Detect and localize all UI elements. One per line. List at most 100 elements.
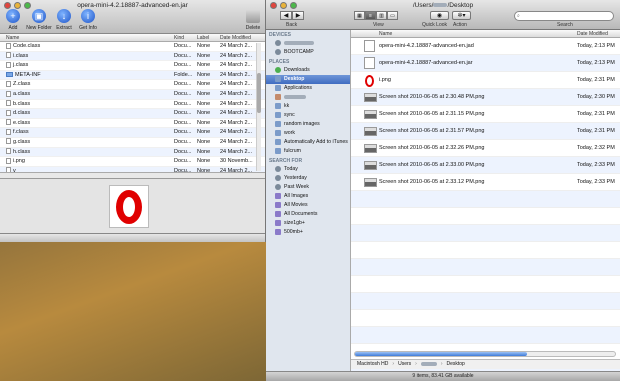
file-name: h.class <box>13 148 31 155</box>
get-info-button[interactable]: i Get Info <box>73 9 103 31</box>
file-date: Today, 2:13 PM <box>577 43 615 49</box>
sidebar-item-today[interactable]: Today <box>266 165 350 174</box>
col-date[interactable]: Date Modified <box>577 31 608 37</box>
file-name: Screen shot 2010-06-05 at 2.32.26 PM.png <box>379 145 485 151</box>
sidebar-item-itunes[interactable]: Automatically Add to iTunes <box>266 138 350 147</box>
file-row[interactable]: Screen shot 2010-06-05 at 2.33.00 PM.png… <box>351 157 620 174</box>
sidebar-item-downloads[interactable]: Downloads <box>266 66 350 75</box>
sidebar-item-label: All Movies <box>284 202 308 208</box>
sidebar-item-device[interactable] <box>266 39 350 48</box>
table-row[interactable]: e.class Docu... None 24 March 2... <box>0 119 265 129</box>
file-date: 24 March 2... <box>220 43 253 49</box>
file-row[interactable]: Screen shot 2010-06-05 at 2.31.57 PM.png… <box>351 123 620 140</box>
coverflow-view-icon[interactable]: ▭ <box>387 11 398 20</box>
table-row[interactable]: META-INF Folde... None 24 March 2... <box>0 70 265 81</box>
path-users[interactable]: Users <box>398 361 411 367</box>
view-label: View <box>373 22 384 28</box>
sidebar-item-fulcrum[interactable]: fulcrum <box>266 147 350 156</box>
action-button[interactable]: ✲▾ <box>452 11 471 20</box>
opera-logo-icon <box>364 74 375 87</box>
col-name[interactable]: Name <box>379 31 392 37</box>
extract-icon: ↓ <box>57 9 71 23</box>
forward-arrow-icon[interactable]: ▶ <box>292 11 304 20</box>
file-row[interactable]: Screen shot 2010-06-05 at 2.32.26 PM.png… <box>351 140 620 157</box>
file-date: 30 Novemb... <box>220 158 253 165</box>
file-name: i.png <box>379 77 391 83</box>
col-date[interactable]: Date Modified <box>220 35 251 41</box>
add-button[interactable]: + Add <box>0 9 26 31</box>
file-row[interactable]: Screen shot 2010-06-05 at 2.31.15 PM.png… <box>351 106 620 123</box>
document-icon <box>364 40 375 52</box>
table-row[interactable]: Z.class Docu... None 24 March 2... <box>0 80 265 90</box>
clock-icon <box>275 174 281 181</box>
file-row[interactable]: i.png Today, 2:31 PM <box>351 72 620 89</box>
archive-scrollbar[interactable] <box>256 43 261 171</box>
path-desktop[interactable]: Desktop <box>446 361 464 367</box>
delete-button[interactable]: Delete <box>240 9 266 31</box>
file-label: None <box>197 81 211 88</box>
screenshot-icon <box>364 178 377 187</box>
preview-image <box>109 185 149 228</box>
table-row[interactable]: d.class Docu... None 24 March 2... <box>0 109 265 119</box>
folder-icon <box>275 147 281 154</box>
table-row[interactable]: f.class Docu... None 24 March 2... <box>0 128 265 138</box>
sidebar-item-home[interactable] <box>266 93 350 102</box>
sidebar-item-label: Applications <box>284 85 312 91</box>
col-name[interactable]: Name <box>6 35 19 41</box>
sidebar-item-random-images[interactable]: random images <box>266 120 350 129</box>
redacted-user[interactable] <box>420 361 437 366</box>
sidebar-item-past-week[interactable]: Past Week <box>266 183 350 192</box>
sidebar-item-applications[interactable]: Applications <box>266 84 350 93</box>
file-name: f.class <box>13 129 29 136</box>
sidebar-item-kk[interactable]: kk <box>266 102 350 111</box>
sidebar-item-bootcamp[interactable]: BOOTCAMP <box>266 48 350 57</box>
screenshot-icon <box>364 110 377 119</box>
file-row[interactable]: opera-mini-4.2.18887-advanced-en.jad Toda… <box>351 38 620 55</box>
table-row[interactable]: h.class Docu... None 24 March 2... <box>0 147 265 158</box>
sidebar-item-label: Desktop <box>284 76 305 82</box>
sidebar-item-all-images[interactable]: All Images <box>266 192 350 201</box>
new-folder-button[interactable]: ▣ New Folder <box>24 9 54 31</box>
col-label[interactable]: Label <box>197 35 209 41</box>
sidebar-item-label: size1gb+ <box>284 220 305 226</box>
sidebar-item-all-movies[interactable]: All Movies <box>266 201 350 210</box>
file-row[interactable]: Screen shot 2010-06-05 at 2.30.48 PM.png… <box>351 89 620 106</box>
sidebar-item-sync[interactable]: sync <box>266 111 350 120</box>
icon-view-icon[interactable]: ▦ <box>354 11 365 20</box>
table-row[interactable]: j.class Docu... None 24 March 2... <box>0 61 265 71</box>
col-kind[interactable]: Kind <box>174 35 184 41</box>
sidebar-item-yesterday[interactable]: Yesterday <box>266 174 350 183</box>
disk-icon <box>275 48 281 55</box>
table-row[interactable]: b.class Docu... None 24 March 2... <box>0 100 265 110</box>
sidebar-item-all-documents[interactable]: All Documents <box>266 210 350 219</box>
file-name: i.png <box>13 158 25 165</box>
quick-look-button[interactable]: ◉ <box>430 11 449 20</box>
table-row[interactable]: g.class Docu... None 24 March 2... <box>0 138 265 148</box>
redacted-username <box>433 3 448 8</box>
file-row[interactable]: opera-mini-4.2.18887-advanced-en.jar Toda… <box>351 55 620 72</box>
opera-logo-icon <box>116 189 142 224</box>
scroll-thumb[interactable] <box>355 352 527 356</box>
column-view-icon[interactable]: ▥ <box>376 11 387 20</box>
file-icon <box>6 52 11 59</box>
file-name: META-INF <box>15 71 41 78</box>
sidebar-item-500mb[interactable]: 500mb+ <box>266 228 350 237</box>
scroll-thumb[interactable] <box>257 73 261 113</box>
table-row[interactable]: a.class Docu... None 24 March 2... <box>0 89 265 100</box>
sidebar: DEVICES BOOTCAMP PLACES Downloads Deskto… <box>266 30 351 371</box>
sidebar-item-size1gb[interactable]: size1gb+ <box>266 219 350 228</box>
sidebar-item-desktop[interactable]: Desktop <box>266 75 350 84</box>
file-date: Today, 2:33 PM <box>577 162 615 168</box>
search-icon: ⌕ <box>517 13 520 19</box>
table-row[interactable]: i.class Docu... None 24 March 2... <box>0 51 265 62</box>
horizontal-scrollbar[interactable] <box>354 351 616 357</box>
search-field[interactable]: ⌕ <box>514 11 614 21</box>
path-macintosh-hd[interactable]: Macintosh HD <box>357 361 388 367</box>
back-arrow-icon[interactable]: ◀ <box>280 11 292 20</box>
file-row[interactable]: Screen shot 2010-06-05 at 2.33.12 PM.png… <box>351 174 620 191</box>
list-view-icon[interactable]: ≡ <box>365 11 376 20</box>
sidebar-item-work[interactable]: work <box>266 129 350 138</box>
table-row[interactable]: Code.class Docu... None 24 March 2... <box>0 42 265 52</box>
table-row[interactable]: i.png Docu... None 30 Novemb... <box>0 157 265 167</box>
archive-toolbar: opera-mini-4.2.18887-advanced-en.jar + Ad… <box>0 0 265 34</box>
